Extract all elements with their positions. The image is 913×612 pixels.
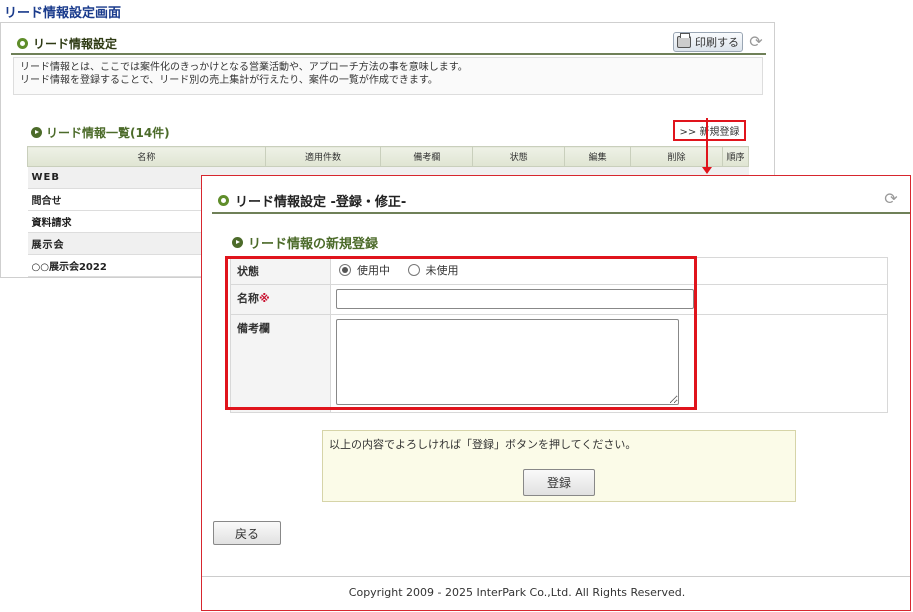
status-off-label: 未使用 <box>425 264 459 277</box>
page-caption: リード情報設定画面 <box>4 6 122 21</box>
memo-field-cell <box>330 314 888 413</box>
name-label-cell: 名称※ <box>230 284 331 315</box>
dialog-subtitle: リード情報の新規登録 <box>232 233 378 252</box>
refresh-icon[interactable]: ⟳ <box>747 33 765 51</box>
bg-header: リード情報設定 印刷する ⟳ <box>11 31 766 55</box>
column-header: 適用件数 <box>264 146 382 167</box>
status-off-radio[interactable] <box>407 264 420 276</box>
description-box: リード情報とは、ここでは案件化のきっかけとなる営業活動や、アプローチ方法の事を意… <box>13 57 763 95</box>
new-register-button[interactable]: >> 新規登録 <box>673 120 746 141</box>
column-header: 削除 <box>630 146 723 167</box>
refresh-icon[interactable]: ⟳ <box>882 190 900 208</box>
required-mark: ※ <box>259 292 270 305</box>
bg-title-text: リード情報設定 <box>33 37 118 51</box>
status-field: 使用中 未使用 <box>330 257 888 285</box>
column-header: 状態 <box>472 146 566 167</box>
status-label: 状態 <box>230 257 331 285</box>
confirm-box: 以上の内容でよろしければ「登録」ボタンを押してください。 登録 <box>322 430 796 502</box>
table-header-row: 名称 適用件数 備考欄 状態 編集 削除 順序 <box>27 146 750 167</box>
print-label: 印刷する <box>695 36 739 49</box>
green-circle-icon <box>218 195 229 206</box>
dialog-header: リード情報設定 -登録・修正- ⟳ <box>212 184 910 214</box>
status-on-radio[interactable] <box>339 264 351 276</box>
memo-label: 備考欄 <box>230 314 331 413</box>
column-header: 備考欄 <box>380 146 474 167</box>
circle-arrow-icon <box>232 237 243 248</box>
memo-textarea[interactable] <box>336 319 679 405</box>
back-button[interactable]: 戻る <box>213 521 281 545</box>
status-on-label: 使用中 <box>357 264 390 277</box>
circle-arrow-icon <box>31 127 42 138</box>
bg-title: リード情報設定 <box>17 35 117 52</box>
form-row-name: 名称※ <box>230 284 888 315</box>
column-header: 名称 <box>27 146 266 167</box>
printer-icon <box>677 33 691 48</box>
confirm-message: 以上の内容でよろしければ「登録」ボタンを押してください。 <box>329 438 637 451</box>
register-dialog: リード情報設定 -登録・修正- ⟳ リード情報の新規登録 状態 使用中 未使用 … <box>201 175 911 611</box>
form-row-status: 状態 使用中 未使用 <box>230 257 888 285</box>
register-button[interactable]: 登録 <box>523 469 595 496</box>
name-field-cell <box>330 284 888 315</box>
name-label: 名称 <box>237 292 259 305</box>
register-form: 状態 使用中 未使用 名称※ 備考欄 <box>230 257 888 413</box>
green-circle-icon <box>17 38 28 49</box>
dialog-title-text: リード情報設定 -登録・修正- <box>235 195 407 210</box>
column-header: 編集 <box>564 146 632 167</box>
description-line: リード情報とは、ここでは案件化のきっかけとなる営業活動や、アプローチ方法の事を意… <box>20 62 468 73</box>
list-title-text: リード情報一覧(14件) <box>46 126 170 140</box>
red-arrow-connector <box>702 118 712 174</box>
print-button[interactable]: 印刷する <box>673 32 743 52</box>
name-input[interactable] <box>336 289 694 309</box>
footer-divider <box>202 576 910 577</box>
dialog-title: リード情報設定 -登録・修正- <box>218 191 406 210</box>
column-header: 順序 <box>721 146 750 167</box>
description-line: リード情報を登録することで、リード別の売上集計が行えたり、案件の一覧が作成できま… <box>20 75 438 86</box>
copyright: Copyright 2009 - 2025 InterPark Co.,Ltd.… <box>348 586 686 599</box>
form-row-memo: 備考欄 <box>230 314 888 413</box>
list-title: リード情報一覧(14件) <box>31 124 170 141</box>
dialog-subtitle-text: リード情報の新規登録 <box>248 237 379 252</box>
